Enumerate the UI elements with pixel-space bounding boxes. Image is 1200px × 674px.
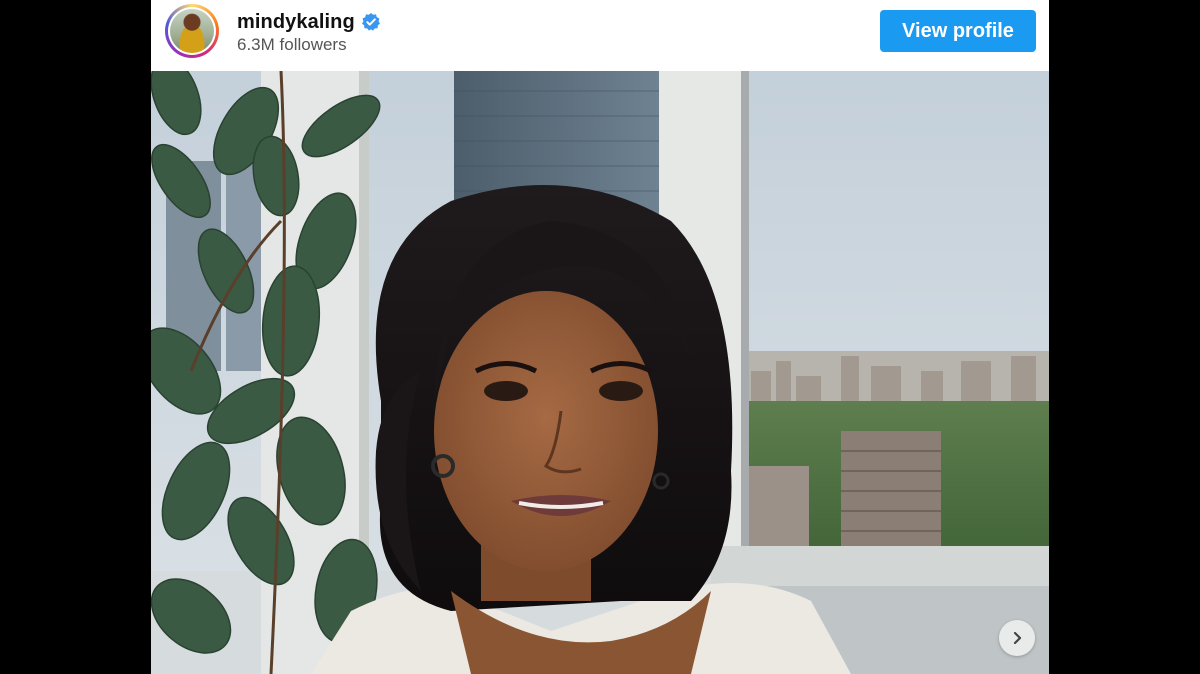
next-photo-button[interactable] [999,620,1035,656]
verified-badge-icon [361,12,381,32]
follower-count: 6.3M followers [237,35,347,54]
post-header: mindykaling 6.3M followers View profile [151,0,1049,71]
username[interactable]: mindykaling [237,11,355,34]
username-row: mindykaling [237,9,381,35]
chevron-right-icon [1013,631,1022,645]
view-profile-button[interactable]: View profile [880,10,1036,52]
post-photo[interactable] [151,71,1049,674]
instagram-embed: mindykaling 6.3M followers View profile [151,0,1049,674]
avatar-image [170,9,214,53]
avatar[interactable] [165,4,219,58]
